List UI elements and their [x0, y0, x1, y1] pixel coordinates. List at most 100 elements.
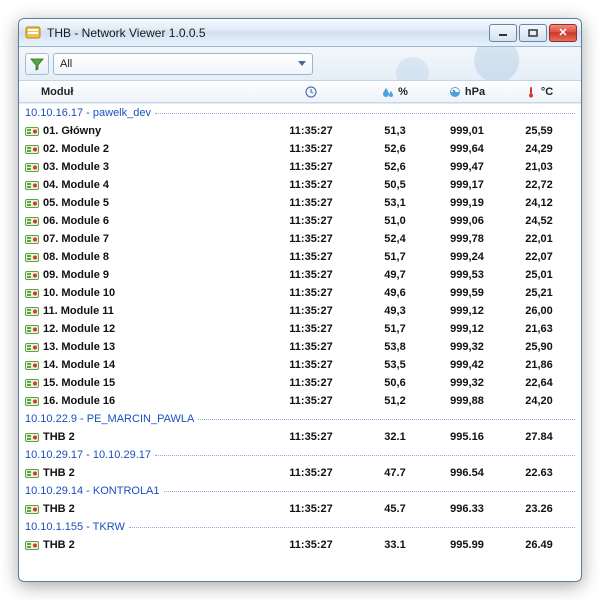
humidity-icon	[382, 86, 394, 98]
cell-temperature: 24,20	[503, 395, 575, 407]
cell-name: 10. Module 10	[43, 287, 263, 299]
module-icon	[25, 305, 39, 317]
cell-time: 11:35:27	[263, 269, 359, 281]
column-headers[interactable]: Moduł % hPa °C	[19, 81, 581, 103]
module-icon	[25, 467, 39, 479]
minimize-icon	[498, 29, 508, 37]
table-row[interactable]: 01. Główny11:35:2751,3999,0125,59	[19, 122, 581, 140]
group-header[interactable]: 10.10.29.17 - 10.10.29.17	[19, 446, 581, 464]
table-row[interactable]: 04. Module 411:35:2750,5999,1722,72	[19, 176, 581, 194]
cell-pressure: 999,19	[431, 197, 503, 209]
cell-temperature: 23.26	[503, 503, 575, 515]
cell-pressure: 999,64	[431, 143, 503, 155]
cell-temperature: 22,64	[503, 377, 575, 389]
pressure-icon	[449, 86, 461, 98]
cell-time: 11:35:27	[263, 215, 359, 227]
cell-pressure: 999,01	[431, 125, 503, 137]
table-row[interactable]: 11. Module 1111:35:2749,3999,1226,00	[19, 302, 581, 320]
cell-name: 06. Module 6	[43, 215, 263, 227]
cell-pressure: 996.33	[431, 503, 503, 515]
cell-name: 01. Główny	[43, 125, 263, 137]
table-row[interactable]: 09. Module 911:35:2749,7999,5325,01	[19, 266, 581, 284]
cell-time: 11:35:27	[263, 467, 359, 479]
cell-temperature: 21,63	[503, 323, 575, 335]
table-row[interactable]: THB 211:35:2747.7996.5422.63	[19, 464, 581, 482]
module-icon	[25, 143, 39, 155]
cell-pressure: 999,17	[431, 179, 503, 191]
cell-name: 04. Module 4	[43, 179, 263, 191]
cell-humidity: 52,6	[359, 143, 431, 155]
cell-name: 07. Module 7	[43, 233, 263, 245]
cell-humidity: 51,0	[359, 215, 431, 227]
window-controls: ✕	[489, 24, 577, 42]
module-icon	[25, 287, 39, 299]
funnel-icon	[30, 57, 44, 71]
cell-pressure: 999,06	[431, 215, 503, 227]
group-header[interactable]: 10.10.29.14 - KONTROLA1	[19, 482, 581, 500]
titlebar[interactable]: THB - Network Viewer 1.0.0.5 ✕	[19, 19, 581, 47]
table-row[interactable]: THB 211:35:2745.7996.3323.26	[19, 500, 581, 518]
table-row[interactable]: 07. Module 711:35:2752,4999,7822,01	[19, 230, 581, 248]
cell-temperature: 22,07	[503, 251, 575, 263]
cell-time: 11:35:27	[263, 539, 359, 551]
cell-temperature: 25,21	[503, 287, 575, 299]
table-row[interactable]: THB 211:35:2732.1995.1627.84	[19, 428, 581, 446]
cell-pressure: 995.16	[431, 431, 503, 443]
group-label: 10.10.29.14 - KONTROLA1	[25, 485, 160, 497]
table-row[interactable]: 13. Module 1311:35:2753,8999,3225,90	[19, 338, 581, 356]
cell-humidity: 49,6	[359, 287, 431, 299]
cell-name: THB 2	[43, 467, 263, 479]
filter-select-value: All	[60, 58, 72, 70]
cell-time: 11:35:27	[263, 287, 359, 299]
cell-name: 13. Module 13	[43, 341, 263, 353]
table-row[interactable]: 02. Module 211:35:2752,6999,6424,29	[19, 140, 581, 158]
cell-pressure: 999,12	[431, 323, 503, 335]
cell-temperature: 26,00	[503, 305, 575, 317]
maximize-button[interactable]	[519, 24, 547, 42]
group-header[interactable]: 10.10.1.155 - TKRW	[19, 518, 581, 536]
table-row[interactable]: 08. Module 811:35:2751,7999,2422,07	[19, 248, 581, 266]
filter-button[interactable]	[25, 53, 49, 75]
header-time[interactable]	[263, 86, 359, 98]
group-header[interactable]: 10.10.16.17 - pawelk_dev	[19, 104, 581, 122]
group-header[interactable]: 10.10.22.9 - PE_MARCIN_PAWLA	[19, 410, 581, 428]
table-row[interactable]: 05. Module 511:35:2753,1999,1924,12	[19, 194, 581, 212]
cell-pressure: 999,32	[431, 341, 503, 353]
cell-time: 11:35:27	[263, 161, 359, 173]
cell-time: 11:35:27	[263, 359, 359, 371]
table-row[interactable]: 15. Module 1511:35:2750,6999,3222,64	[19, 374, 581, 392]
cell-pressure: 999,24	[431, 251, 503, 263]
cell-name: 08. Module 8	[43, 251, 263, 263]
cell-temperature: 25,90	[503, 341, 575, 353]
cell-temperature: 21,86	[503, 359, 575, 371]
table-row[interactable]: 14. Module 1411:35:2753,5999,4221,86	[19, 356, 581, 374]
close-button[interactable]: ✕	[549, 24, 577, 42]
chevron-down-icon	[298, 61, 306, 66]
header-pressure[interactable]: hPa	[431, 86, 503, 98]
cell-name: 09. Module 9	[43, 269, 263, 281]
cell-name: 05. Module 5	[43, 197, 263, 209]
header-humidity[interactable]: %	[359, 86, 431, 98]
table-row[interactable]: 10. Module 1011:35:2749,6999,5925,21	[19, 284, 581, 302]
cell-temperature: 24,29	[503, 143, 575, 155]
data-body[interactable]: 10.10.16.17 - pawelk_dev01. Główny11:35:…	[19, 103, 581, 581]
group-label: 10.10.16.17 - pawelk_dev	[25, 107, 151, 119]
cell-temperature: 24,12	[503, 197, 575, 209]
table-row[interactable]: 16. Module 1611:35:2751,2999,8824,20	[19, 392, 581, 410]
header-temperature[interactable]: °C	[503, 86, 575, 98]
cell-humidity: 45.7	[359, 503, 431, 515]
module-icon	[25, 539, 39, 551]
cell-temperature: 21,03	[503, 161, 575, 173]
minimize-button[interactable]	[489, 24, 517, 42]
cell-humidity: 52,6	[359, 161, 431, 173]
table-row[interactable]: THB 211:35:2733.1995.9926.49	[19, 536, 581, 554]
filter-select[interactable]: All	[53, 53, 313, 75]
group-label: 10.10.1.155 - TKRW	[25, 521, 125, 533]
cell-name: 11. Module 11	[43, 305, 263, 317]
table-row[interactable]: 06. Module 611:35:2751,0999,0624,52	[19, 212, 581, 230]
cell-time: 11:35:27	[263, 395, 359, 407]
table-row[interactable]: 12. Module 1211:35:2751,7999,1221,63	[19, 320, 581, 338]
cell-time: 11:35:27	[263, 305, 359, 317]
header-module[interactable]: Moduł	[25, 86, 263, 98]
table-row[interactable]: 03. Module 311:35:2752,6999,4721,03	[19, 158, 581, 176]
